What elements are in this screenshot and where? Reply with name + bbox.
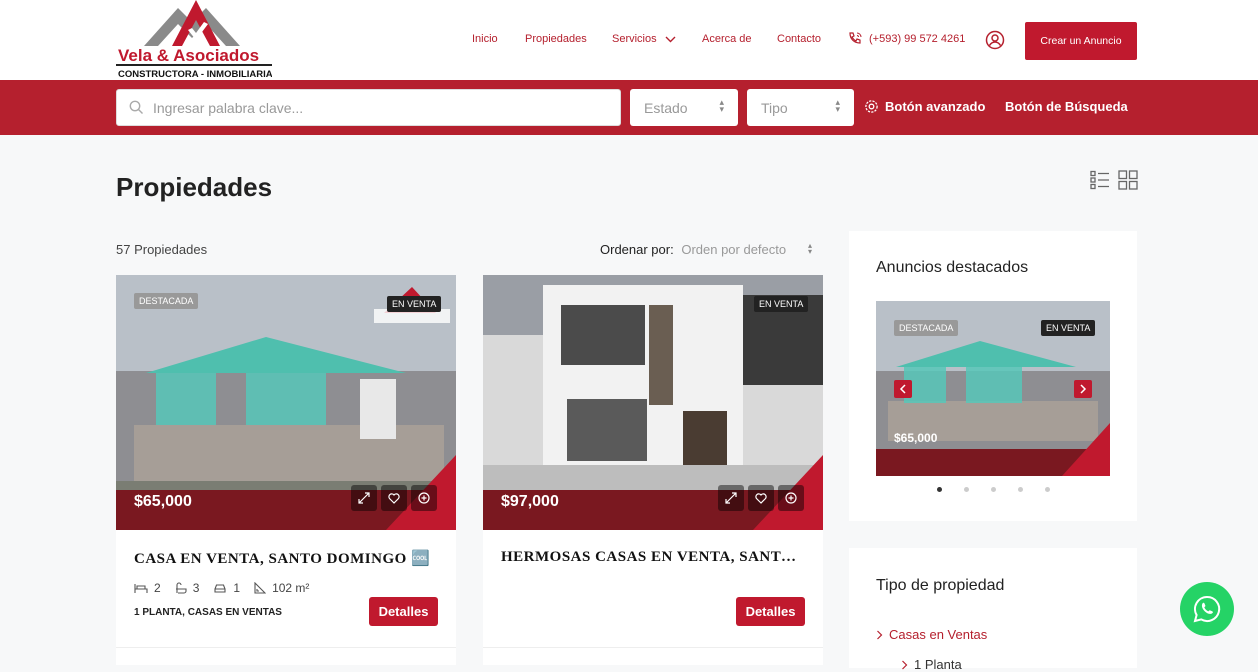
advanced-search-button[interactable]: Botón avanzado [864, 99, 985, 114]
grid-view-icon[interactable] [1118, 170, 1138, 190]
expand-icon[interactable] [351, 485, 377, 511]
card-divider [483, 647, 823, 648]
bath-icon [175, 582, 187, 594]
property-category[interactable]: 1 PLANTA, CASAS EN VENTAS [134, 607, 282, 618]
area-ruler-icon [254, 582, 267, 594]
carousel-dot[interactable] [1018, 487, 1023, 492]
favorite-heart-icon[interactable] [748, 485, 774, 511]
type-item-label: 1 Planta [914, 657, 962, 672]
whatsapp-chat-button[interactable] [1180, 582, 1234, 636]
property-title[interactable]: CASA EN VENTA, SANTO DOMINGO 🆒 [134, 549, 438, 568]
tipo-label: Tipo [761, 99, 788, 116]
phone-icon [849, 32, 862, 44]
nav-servicios-label: Servicios [612, 33, 657, 45]
carousel-dot[interactable] [991, 487, 996, 492]
bed-icon [134, 584, 148, 593]
type-item-casas[interactable]: Casas en Ventas [876, 627, 987, 642]
status-badge: EN VENTA [754, 296, 809, 312]
status-badge: EN VENTA [387, 296, 442, 312]
page-title: Propiedades [116, 172, 273, 202]
carousel-dots [937, 487, 1050, 492]
nav-servicios[interactable]: Servicios [612, 33, 676, 45]
sort-value: Orden por defecto [681, 242, 787, 257]
search-icon [129, 100, 143, 114]
select-arrows-icon: ▴ ▾ [835, 97, 840, 114]
keyword-placeholder: Ingresar palabra clave... [153, 99, 304, 116]
results-count: 57 Propiedades [116, 242, 208, 257]
nav-propiedades[interactable]: Propiedades [525, 33, 587, 45]
property-image[interactable]: DESTACADA EN VENTA $65,000 [116, 275, 456, 530]
garage-count: 1 [233, 581, 241, 595]
sort-label: Ordenar por: [600, 242, 674, 257]
sort-control[interactable]: Ordenar por: Orden por defecto ▴ ▾ [600, 242, 812, 258]
whatsapp-icon [1193, 595, 1221, 623]
site-header: Vela & Asociados CONSTRUCTORA - INMOBILI… [0, 0, 1258, 80]
carousel-dot[interactable] [1045, 487, 1050, 492]
details-button[interactable]: Detalles [369, 597, 438, 626]
type-item-label: Casas en Ventas [889, 627, 988, 642]
phone-link[interactable]: (+593) 99 572 4261 [847, 31, 965, 47]
keyword-search-field[interactable]: Ingresar palabra clave... [116, 89, 621, 126]
user-account-icon[interactable] [985, 30, 1005, 50]
logo-tagline: CONSTRUCTORA - INMOBILIARIA [118, 69, 272, 80]
select-arrows-icon: ▴ ▾ [719, 97, 724, 114]
property-title[interactable]: HERMOSAS CASAS EN VENTA, SANTO DOMINGO [501, 549, 805, 566]
property-types-panel: Tipo de propiedad Casas en Ventas 1 Plan… [849, 548, 1137, 672]
chevron-right-icon [877, 630, 883, 639]
estado-label: Estado [644, 99, 688, 116]
property-image[interactable]: EN VENTA $97,000 [483, 275, 823, 530]
nav-acerca[interactable]: Acerca de [702, 33, 752, 45]
compare-plus-icon[interactable] [411, 485, 437, 511]
create-listing-button[interactable]: Crear un Anuncio [1025, 22, 1137, 60]
featured-slide-image[interactable]: DESTACADA EN VENTA $65,000 [876, 301, 1110, 476]
phone-number: (+593) 99 572 4261 [869, 33, 966, 45]
carousel-next-icon[interactable] [1074, 380, 1092, 398]
advanced-search-label: Botón avanzado [885, 99, 986, 114]
property-price: $97,000 [501, 493, 559, 510]
gear-icon [865, 100, 878, 113]
expand-icon[interactable] [718, 485, 744, 511]
baths-count: 3 [192, 581, 200, 595]
beds-count: 2 [154, 581, 161, 595]
company-logo[interactable]: Vela & Asociados CONSTRUCTORA - INMOBILI… [116, 0, 273, 80]
carousel-prev-icon[interactable] [894, 380, 912, 398]
select-arrows-icon: ▴ ▾ [808, 241, 813, 256]
estado-select[interactable]: Estado ▴ ▾ [630, 89, 738, 126]
compare-plus-icon[interactable] [778, 485, 804, 511]
property-card: EN VENTA $97,000 HERMOSAS CASAS EN VENTA… [483, 275, 823, 665]
search-button[interactable]: Botón de Búsqueda [1005, 99, 1128, 114]
favorite-heart-icon[interactable] [381, 485, 407, 511]
featured-badge: DESTACADA [134, 293, 199, 309]
nav-inicio[interactable]: Inicio [472, 33, 498, 45]
card-divider [116, 647, 456, 648]
property-price: $65,000 [134, 493, 192, 510]
carousel-dot[interactable] [964, 487, 969, 492]
carousel-dot[interactable] [937, 487, 942, 492]
featured-title: Anuncios destacados [876, 259, 1029, 276]
property-card: DESTACADA EN VENTA $65,000 CASA EN VENTA… [116, 275, 456, 665]
types-title: Tipo de propiedad [876, 577, 1005, 594]
featured-badge: DESTACADA [894, 320, 959, 336]
status-badge: EN VENTA [1041, 320, 1096, 336]
tipo-select[interactable]: Tipo ▴ ▾ [747, 89, 854, 126]
chevron-down-icon [665, 36, 676, 42]
property-features: 2 3 1 102 m² [134, 581, 309, 595]
chevron-right-icon [902, 660, 908, 669]
type-item-1-planta[interactable]: 1 Planta [901, 657, 962, 672]
logo-brand-text: Vela & Asociados [118, 46, 259, 65]
details-button[interactable]: Detalles [736, 597, 805, 626]
area-value: 102 m² [272, 581, 310, 595]
featured-price: $65,000 [894, 431, 938, 445]
list-view-icon[interactable] [1090, 170, 1110, 190]
garage-car-icon [214, 584, 226, 593]
featured-listings-panel: Anuncios destacados DESTACADA EN VENTA $… [849, 231, 1137, 521]
nav-contacto[interactable]: Contacto [777, 33, 821, 45]
